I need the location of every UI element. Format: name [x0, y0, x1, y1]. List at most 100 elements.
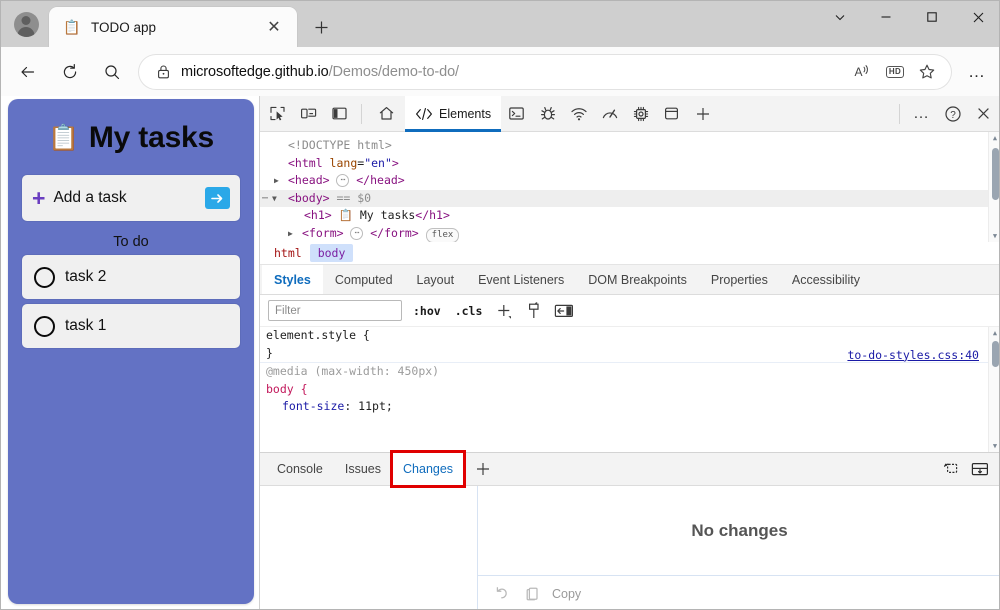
sources-debug-icon[interactable] — [532, 99, 563, 129]
add-task-input[interactable]: + Add a task — [22, 175, 240, 221]
close-devtools-icon[interactable] — [968, 99, 999, 129]
list-item[interactable]: task 1 — [22, 304, 240, 348]
toggle-sidebar-icon[interactable] — [553, 300, 575, 322]
browser-tab[interactable]: 📋 TODO app ✕ — [49, 7, 297, 47]
drawer-tab-changes[interactable]: Changes — [392, 452, 464, 486]
plus-icon — [695, 106, 711, 122]
copy-icon[interactable] — [520, 581, 546, 607]
collapsed-children-icon[interactable]: ⋯ — [350, 227, 363, 240]
task-checkbox[interactable] — [34, 316, 55, 337]
profile-button[interactable] — [3, 4, 49, 44]
tab-accessibility[interactable]: Accessibility — [780, 265, 872, 294]
css-rule-selector[interactable]: body { — [260, 381, 1000, 399]
css-rule-selector[interactable]: element.style { — [260, 327, 1000, 345]
arrow-left-icon — [19, 63, 37, 81]
empty-state-message: No changes — [478, 486, 1000, 575]
scrollbar-thumb[interactable] — [992, 341, 999, 367]
back-button[interactable] — [10, 54, 46, 90]
plus-icon: + — [32, 187, 45, 210]
favorite-star-icon[interactable] — [911, 57, 943, 87]
plus-icon — [314, 20, 329, 35]
tab-elements-label: Elements — [439, 107, 491, 121]
add-panel-button[interactable] — [687, 99, 718, 129]
more-tools-button[interactable]: … — [906, 99, 937, 129]
memory-icon[interactable] — [625, 99, 656, 129]
css-declaration[interactable]: font-size: 11pt; — [260, 398, 1000, 416]
dom-line[interactable]: ▶<head> ⋯ </head> — [260, 172, 1000, 190]
search-button[interactable] — [94, 54, 130, 90]
performance-icon[interactable] — [594, 99, 625, 129]
drawer-tab-bar: Console Issues Changes — [260, 452, 1000, 486]
dom-tree-scrollbar[interactable]: ▲ ▼ — [988, 132, 1000, 242]
flex-badge[interactable]: flex — [426, 228, 460, 243]
css-value[interactable]: 11pt; — [358, 399, 393, 413]
filter-input[interactable]: Filter — [268, 300, 402, 321]
tab-event-listeners[interactable]: Event Listeners — [466, 265, 576, 294]
refresh-icon — [61, 63, 79, 81]
copy-label[interactable]: Copy — [552, 587, 581, 601]
dom-line[interactable]: <html lang="en"> — [260, 155, 1000, 173]
drawer-add-tab-button[interactable] — [464, 452, 502, 486]
tab-properties[interactable]: Properties — [699, 265, 780, 294]
refresh-button[interactable] — [52, 54, 88, 90]
drawer-tab-console[interactable]: Console — [266, 452, 334, 486]
dom-line[interactable]: <!DOCTYPE html> — [260, 137, 1000, 155]
dom-line[interactable]: ▶<form> ⋯ </form> flex — [260, 225, 1000, 243]
dock-drawer-icon[interactable] — [964, 454, 995, 484]
styles-scrollbar[interactable]: ▲ ▼ — [988, 327, 1000, 452]
inspect-element-icon[interactable] — [262, 99, 293, 129]
breadcrumb-item-html[interactable]: html — [266, 244, 310, 262]
computed-styles-sidebar-icon[interactable] — [523, 300, 545, 322]
dock-side-icon[interactable] — [324, 99, 355, 129]
tab-elements[interactable]: Elements — [405, 96, 501, 132]
tab-welcome[interactable] — [368, 96, 405, 132]
tab-actions-menu-button[interactable] — [817, 1, 863, 33]
cls-button[interactable]: .cls — [452, 303, 486, 319]
close-window-button[interactable] — [955, 1, 1000, 33]
new-tab-button[interactable] — [305, 11, 337, 43]
browser-settings-button[interactable]: … — [959, 54, 995, 90]
arrow-right-icon — [211, 193, 224, 204]
breadcrumb-item-body[interactable]: body — [310, 244, 354, 262]
network-icon[interactable] — [563, 99, 594, 129]
hd-badge-icon[interactable]: HD — [879, 57, 911, 87]
dom-line[interactable]: <h1> 📋 My tasks</h1> — [260, 207, 1000, 225]
close-tab-icon[interactable]: ✕ — [261, 14, 287, 40]
new-style-rule-icon[interactable] — [493, 300, 515, 322]
drawer-tab-issues[interactable]: Issues — [334, 452, 392, 486]
chevron-down-icon — [833, 10, 847, 24]
collapsed-children-icon[interactable]: ⋯ — [336, 174, 349, 187]
stylesheet-source-link[interactable]: to-do-styles.css:40 — [847, 348, 979, 362]
tab-dom-breakpoints[interactable]: DOM Breakpoints — [576, 265, 699, 294]
hov-button[interactable]: :hov — [410, 303, 444, 319]
dom-row-menu-icon[interactable]: ⋯ — [262, 190, 269, 208]
scroll-down-arrow-icon[interactable]: ▼ — [989, 230, 1000, 242]
task-checkbox[interactable] — [34, 267, 55, 288]
help-icon[interactable]: ? — [937, 99, 968, 129]
styles-pane[interactable]: element.style { } @media (max-width: 450… — [260, 327, 1000, 452]
restore-drawer-icon[interactable] — [933, 454, 964, 484]
undo-icon[interactable] — [490, 581, 516, 607]
url-bar[interactable]: microsoftedge.github.io/Demos/demo-to-do… — [139, 55, 951, 89]
device-emulation-icon[interactable] — [293, 99, 324, 129]
page-title-text: My tasks — [89, 121, 214, 155]
svg-text:A: A — [855, 65, 863, 79]
tab-computed[interactable]: Computed — [323, 265, 405, 294]
application-icon[interactable] — [656, 99, 687, 129]
css-property[interactable]: font-size — [282, 399, 344, 413]
scrollbar-thumb[interactable] — [992, 148, 999, 200]
scroll-up-arrow-icon[interactable]: ▲ — [989, 132, 1000, 144]
list-item[interactable]: task 2 — [22, 255, 240, 299]
tab-layout[interactable]: Layout — [405, 265, 467, 294]
read-aloud-icon[interactable]: A — [847, 57, 879, 87]
changes-file-list[interactable] — [260, 486, 478, 610]
scroll-down-arrow-icon[interactable]: ▼ — [989, 440, 1000, 452]
submit-task-button[interactable] — [205, 187, 230, 209]
console-icon[interactable] — [501, 99, 532, 129]
scroll-up-arrow-icon[interactable]: ▲ — [989, 327, 1000, 339]
minimize-button[interactable] — [863, 1, 909, 33]
dom-tree[interactable]: <!DOCTYPE html> <html lang="en"> ▶<head>… — [260, 132, 1000, 242]
maximize-button[interactable] — [909, 1, 955, 33]
tab-styles[interactable]: Styles — [262, 265, 323, 294]
dom-line-selected[interactable]: ⋯ ▼<body> == $0 — [260, 190, 1000, 208]
